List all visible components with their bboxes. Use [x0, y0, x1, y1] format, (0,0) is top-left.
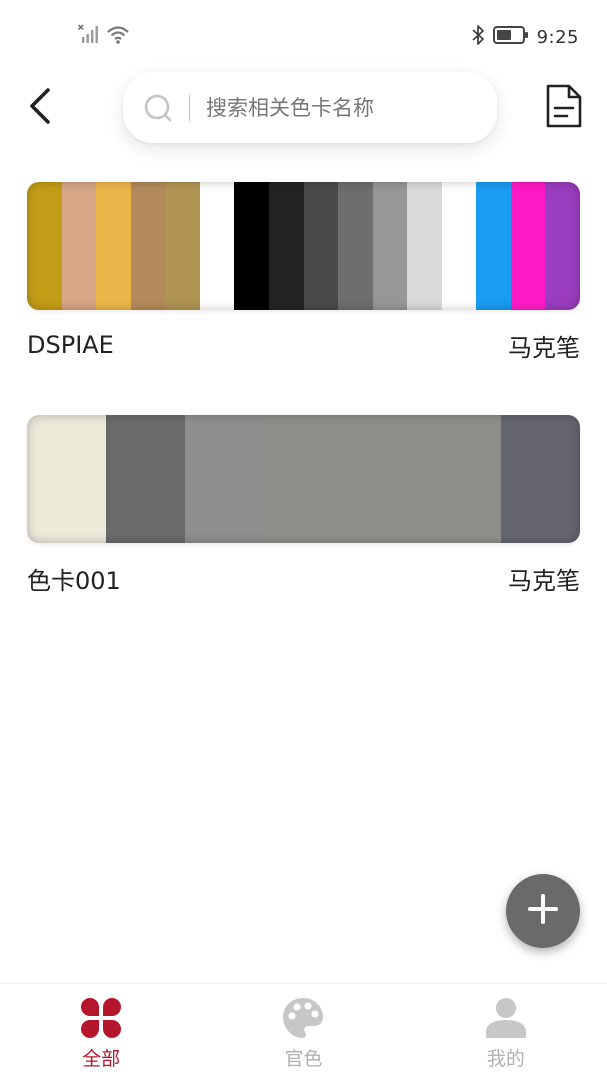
card-type: 马克笔	[508, 566, 580, 595]
status-left	[77, 24, 130, 48]
status-right: 9:25	[471, 24, 579, 50]
color-swatch	[372, 182, 408, 310]
color-swatch	[343, 415, 422, 543]
document-icon	[545, 84, 583, 132]
color-card-001[interactable]: 色卡001 马克笔	[27, 415, 580, 595]
bluetooth-icon	[471, 24, 485, 50]
card-meta: 色卡001 马克笔	[27, 563, 580, 595]
card-name: 色卡001	[27, 566, 121, 595]
color-swatch	[199, 182, 235, 310]
card-meta: DSPIAE 马克笔	[27, 330, 580, 362]
person-icon	[484, 996, 528, 1040]
color-swatch	[27, 182, 62, 310]
wifi-icon	[106, 24, 130, 48]
nav-label: 全部	[82, 1048, 121, 1070]
color-swatch	[422, 415, 501, 543]
color-swatch	[545, 182, 580, 310]
color-swatch	[106, 415, 185, 543]
palette-icon	[281, 996, 325, 1040]
nav-label: 我的	[486, 1048, 525, 1070]
color-swatch	[234, 182, 269, 310]
color-swatch	[165, 182, 200, 310]
card-name: DSPIAE	[27, 331, 114, 359]
card-type: 马克笔	[508, 333, 580, 362]
color-swatch	[96, 182, 131, 310]
back-button[interactable]	[18, 84, 62, 132]
color-swatch	[510, 182, 546, 310]
color-swatch	[185, 415, 264, 543]
swatch-strip	[27, 182, 580, 310]
nav-item-all[interactable]: 全部	[0, 984, 202, 1081]
color-swatch	[338, 182, 373, 310]
search-divider	[189, 94, 190, 121]
nav-item-official-colors[interactable]: 官色	[202, 984, 404, 1081]
color-swatch	[303, 182, 339, 310]
swatch-strip	[27, 415, 580, 543]
color-card-dspiae[interactable]: DSPIAE 马克笔	[27, 182, 580, 362]
nav-label: 官色	[284, 1048, 323, 1070]
color-swatch	[407, 182, 442, 310]
nav-item-mine[interactable]: 我的	[405, 984, 607, 1081]
status-bar: 9:25	[0, 0, 607, 72]
color-swatch	[61, 182, 97, 310]
add-card-button[interactable]	[506, 874, 580, 948]
color-swatch	[27, 415, 106, 543]
signal-no-sim-icon	[77, 24, 100, 48]
bottom-nav: 全部 官色 我的	[0, 983, 607, 1081]
color-swatch	[501, 415, 580, 543]
battery-icon	[492, 25, 529, 49]
search-bar[interactable]	[123, 72, 497, 143]
color-swatch	[264, 415, 343, 543]
search-icon	[143, 93, 173, 123]
color-swatch	[441, 182, 477, 310]
document-button[interactable]	[541, 84, 587, 132]
color-swatch	[130, 182, 166, 310]
plus-icon	[526, 892, 560, 930]
color-swatch	[476, 182, 511, 310]
color-swatch	[268, 182, 304, 310]
status-time: 9:25	[536, 26, 579, 48]
four-petal-grid-icon	[79, 996, 123, 1040]
search-input[interactable]	[206, 95, 466, 120]
chevron-left-icon	[26, 86, 54, 130]
